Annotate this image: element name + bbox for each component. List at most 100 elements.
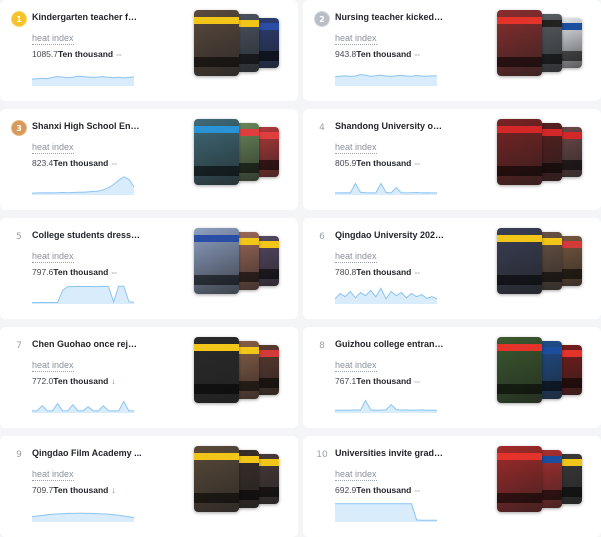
hot-list-card[interactable]: 2 Nursing teacher kicked s... heat index 94… <box>303 0 601 101</box>
heat-index-value-row: 797.6Ten thousand -- <box>32 267 117 277</box>
thumbnail-caption-band <box>497 125 542 133</box>
unit-label: Ten thousand <box>58 49 114 59</box>
video-thumbnails[interactable] <box>497 446 587 512</box>
sparkline-area <box>335 400 437 413</box>
rank-number: 9 <box>16 450 22 460</box>
heat-index-label: heat index <box>335 469 377 481</box>
card-title[interactable]: Qingdao University 2023... <box>335 230 445 240</box>
hot-list-card[interactable]: 5 College students dress u... heat index 79… <box>0 218 298 319</box>
video-thumbnails[interactable] <box>497 119 587 185</box>
card-title[interactable]: Nursing teacher kicked s... <box>335 12 445 22</box>
card-title[interactable]: Universities invite gradu... <box>335 448 445 458</box>
video-thumbnails[interactable] <box>497 337 587 403</box>
rank-medal-icon: 1 <box>12 12 26 26</box>
unit-label: Ten thousand <box>356 376 412 386</box>
hot-list-card[interactable]: 7 Chen Guohao once reject... heat index 772… <box>0 327 298 428</box>
heat-trend-sparkline <box>32 176 134 195</box>
heat-index-value: 780.8 <box>335 267 357 277</box>
heat-index-label: heat index <box>335 33 377 45</box>
card-title[interactable]: Shandong University of ... <box>335 121 445 131</box>
heat-index-value: 805.9 <box>335 158 357 168</box>
unit-label: Ten thousand <box>53 267 109 277</box>
thumbnail-caption-overlay <box>194 274 239 285</box>
thumbnail-caption-overlay <box>497 274 542 285</box>
card-title[interactable]: Kindergarten teacher fee... <box>32 12 142 22</box>
rank-number: 5 <box>16 232 22 242</box>
hot-list-card[interactable]: 3 Shanxi High School Entr... heat index 823… <box>0 109 298 210</box>
video-thumbnails[interactable] <box>497 10 587 76</box>
video-thumbnail[interactable] <box>497 10 542 76</box>
video-thumbnails[interactable] <box>194 446 284 512</box>
video-thumbnails[interactable] <box>194 119 284 185</box>
heat-index-value: 1085.7 <box>32 49 58 59</box>
video-thumbnail[interactable] <box>497 119 542 185</box>
thumbnail-caption-overlay <box>497 56 542 67</box>
heat-index-label: heat index <box>32 469 74 481</box>
heat-index-value-row: 805.9Ten thousand -- <box>335 158 420 168</box>
heat-trend-sparkline <box>32 75 134 86</box>
rank-number: 7 <box>16 341 22 351</box>
video-thumbnail[interactable] <box>497 337 542 403</box>
card-title[interactable]: Chen Guohao once reject... <box>32 339 142 349</box>
unit-label: Ten thousand <box>53 376 109 386</box>
sparkline-line <box>335 399 437 411</box>
video-thumbnails[interactable] <box>194 10 284 76</box>
heat-index-value: 692.9 <box>335 485 357 495</box>
heat-index-value-row: 709.7Ten thousand ↓ <box>32 485 116 495</box>
rank-number: 4 <box>319 123 325 133</box>
video-thumbnails[interactable] <box>497 228 587 294</box>
thumbnail-caption-band <box>497 452 542 460</box>
heat-index-value-row: 772.0Ten thousand ↓ <box>32 376 116 386</box>
heat-trend-sparkline <box>32 285 134 304</box>
rank-number: 10 <box>316 450 328 460</box>
hot-list-card[interactable]: 1 Kindergarten teacher fee... heat index 10… <box>0 0 298 101</box>
video-thumbnail[interactable] <box>194 446 239 512</box>
video-thumbnail[interactable] <box>194 119 239 185</box>
heat-index-label: heat index <box>32 360 74 372</box>
thumbnail-caption-overlay <box>194 165 239 176</box>
video-thumbnail[interactable] <box>194 10 239 76</box>
video-thumbnail[interactable] <box>497 446 542 512</box>
heat-trend-sparkline <box>335 182 437 195</box>
thumbnail-caption-overlay <box>194 383 239 394</box>
card-title[interactable]: College students dress u... <box>32 230 142 240</box>
thumbnail-caption-overlay <box>497 165 542 176</box>
heat-index-value-row: 1085.7Ten thousand -- <box>32 49 122 59</box>
video-thumbnails[interactable] <box>194 337 284 403</box>
sparkline-line <box>335 73 437 78</box>
heat-index-label: heat index <box>335 251 377 263</box>
heat-index-label: heat index <box>32 142 74 154</box>
unit-label: Ten thousand <box>356 267 412 277</box>
thumbnail-caption-band <box>497 234 542 242</box>
heat-index-label: heat index <box>32 251 74 263</box>
dash-icon: -- <box>414 158 421 168</box>
thumbnail-caption-band <box>497 343 542 351</box>
thumbnail-caption-band <box>194 125 239 133</box>
thumbnail-caption-overlay <box>497 492 542 503</box>
video-thumbnails[interactable] <box>194 228 284 294</box>
dash-icon: -- <box>414 485 421 495</box>
hot-list-card[interactable]: 6 Qingdao University 2023... heat index 780… <box>303 218 601 319</box>
dash-icon: -- <box>111 158 118 168</box>
video-thumbnail[interactable] <box>194 337 239 403</box>
video-thumbnail[interactable] <box>497 228 542 294</box>
heat-trend-sparkline <box>32 512 134 522</box>
rank-number: 8 <box>319 341 325 351</box>
unit-label: Ten thousand <box>356 485 412 495</box>
heat-index-value-row: 692.9Ten thousand -- <box>335 485 420 495</box>
hot-list-card[interactable]: 8 Guizhou college entranc... heat index 767… <box>303 327 601 428</box>
video-thumbnail[interactable] <box>194 228 239 294</box>
card-title[interactable]: Shanxi High School Entr... <box>32 121 142 131</box>
dash-icon: -- <box>414 267 421 277</box>
card-title[interactable]: Guizhou college entranc... <box>335 339 445 349</box>
heat-index-value-row: 780.8Ten thousand -- <box>335 267 420 277</box>
heat-index-value: 767.1 <box>335 376 357 386</box>
hot-list-card[interactable]: 10 Universities invite gradu... heat index… <box>303 436 601 537</box>
heat-trend-sparkline <box>335 503 437 522</box>
hot-list-card[interactable]: 4 Shandong University of ... heat index 805… <box>303 109 601 210</box>
arrow-down-icon: ↓ <box>111 376 116 386</box>
hot-list-card[interactable]: 9 Qingdao Film Academy ... heat index 709.7… <box>0 436 298 537</box>
heat-index-value: 797.6 <box>32 267 54 277</box>
card-title[interactable]: Qingdao Film Academy ... <box>32 448 142 458</box>
unit-label: Ten thousand <box>356 49 412 59</box>
